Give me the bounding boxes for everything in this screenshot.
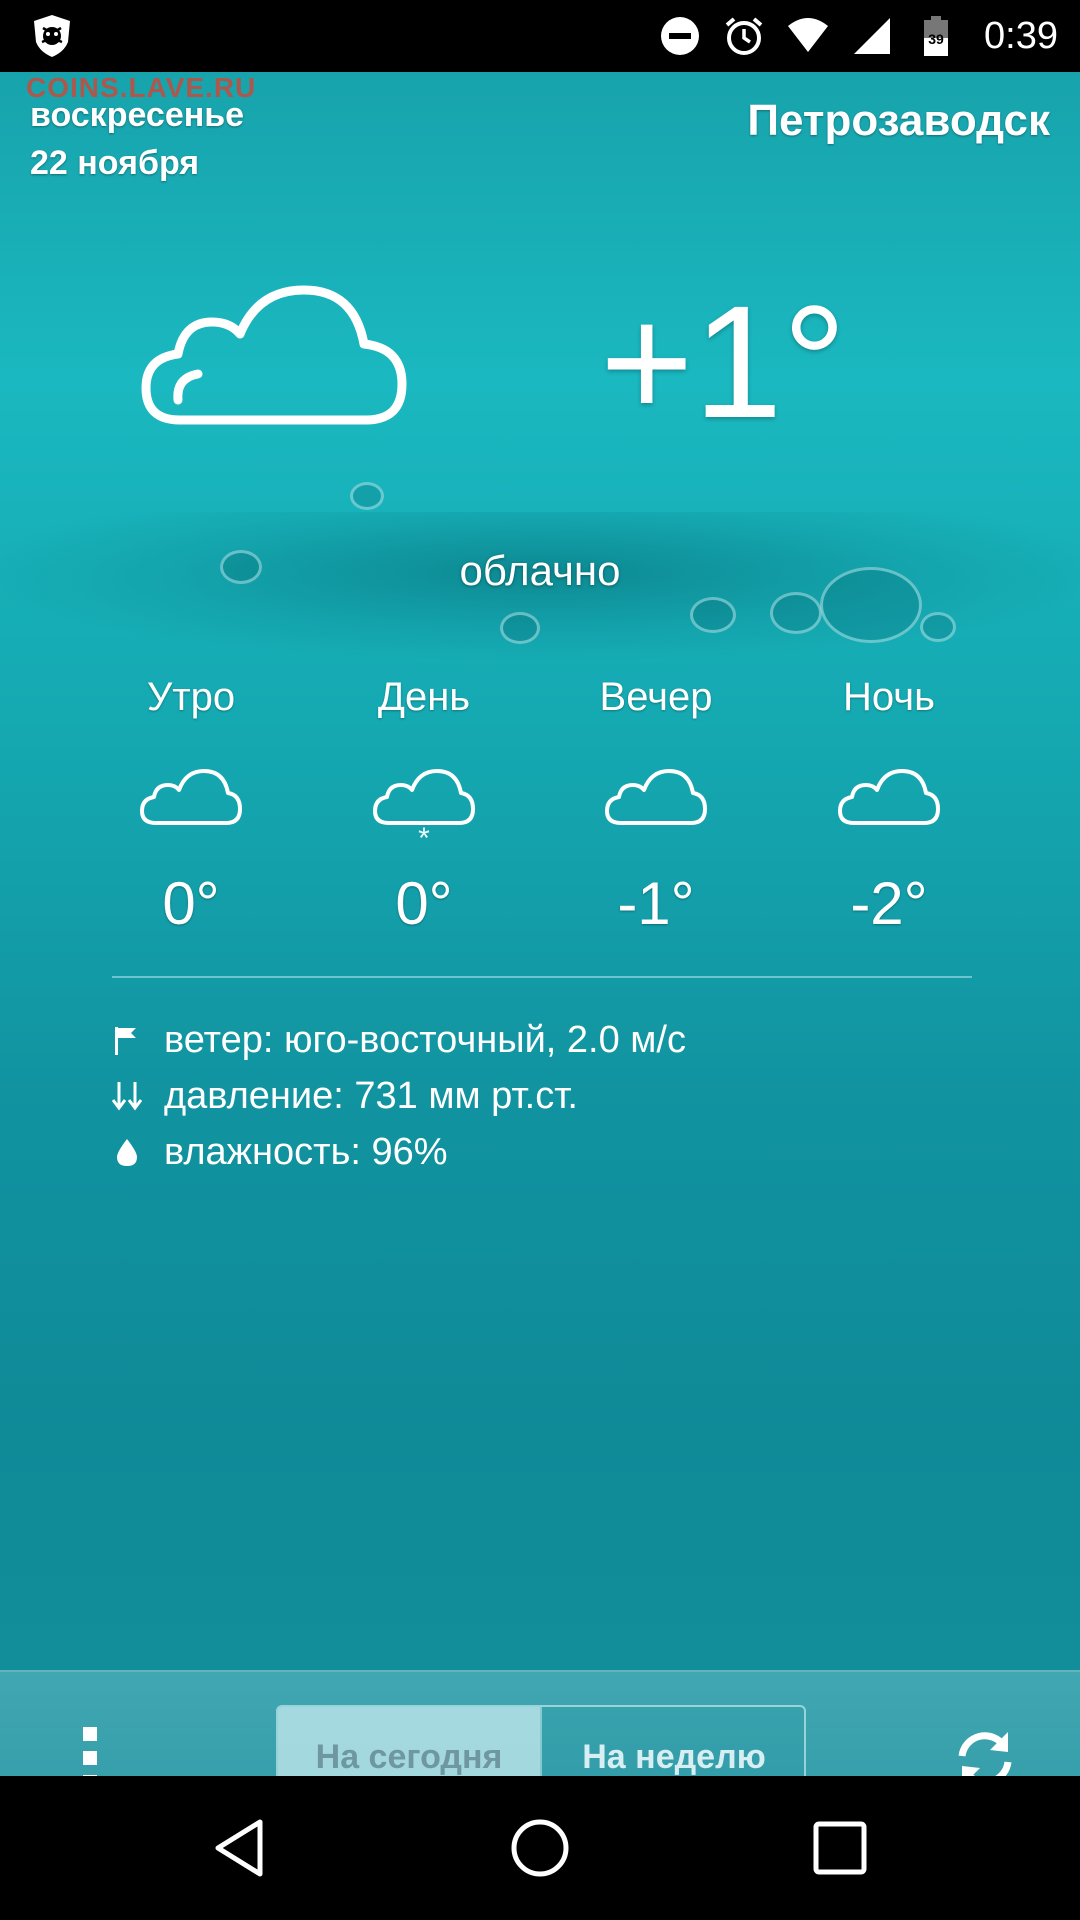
pressure-text: давление: 731 мм рт.ст. bbox=[164, 1074, 578, 1117]
cloud-icon bbox=[605, 769, 707, 825]
cloud-icon bbox=[140, 769, 242, 825]
snow-indicator bbox=[75, 827, 307, 851]
status-icons: 39 0:39 bbox=[658, 0, 1058, 72]
period-night: Ночь -2° bbox=[773, 667, 1005, 938]
period-temperature: -2° bbox=[850, 870, 928, 937]
navigation-bar bbox=[0, 1776, 1080, 1920]
water-drop-icon bbox=[117, 1139, 137, 1166]
refresh-icon[interactable] bbox=[950, 1724, 1020, 1776]
period-day: День * 0° bbox=[308, 667, 540, 938]
do-not-disturb-icon bbox=[661, 17, 700, 55]
overflow-menu-icon[interactable] bbox=[70, 1727, 110, 1776]
background-bubble bbox=[500, 612, 540, 644]
cloud-icon bbox=[838, 769, 940, 825]
period-temperature: -1° bbox=[617, 870, 695, 937]
humidity-text: влажность: 96% bbox=[164, 1130, 448, 1173]
period-evening: Вечер -1° bbox=[540, 667, 772, 938]
alarm-icon bbox=[725, 17, 763, 55]
period-temperature: 0° bbox=[162, 870, 220, 937]
weather-screen: COINS.LAVE.RU воскресенье 22 ноября Петр… bbox=[0, 72, 1080, 1776]
pressure-row: давление: 731 мм рт.ст. bbox=[110, 1068, 686, 1124]
battery-icon: 39 bbox=[924, 16, 949, 56]
current-temperature: +1° bbox=[600, 272, 847, 451]
period-name: День bbox=[377, 675, 471, 719]
background-bubble bbox=[920, 612, 956, 642]
snow-indicator: * bbox=[418, 822, 430, 855]
period-name: Утро bbox=[146, 675, 236, 719]
home-icon[interactable] bbox=[508, 1816, 572, 1880]
wifi-icon bbox=[788, 18, 829, 52]
period-switch: На сегодня На неделю bbox=[276, 1705, 806, 1776]
wind-text: ветер: юго-восточный, 2.0 м/с bbox=[164, 1018, 686, 1061]
flag-icon bbox=[115, 1027, 136, 1055]
wind-row: ветер: юго-восточный, 2.0 м/с bbox=[110, 1012, 686, 1068]
recents-icon[interactable] bbox=[808, 1816, 872, 1880]
period-temperature: 0° bbox=[395, 870, 453, 937]
tab-week[interactable]: На неделю bbox=[540, 1707, 804, 1776]
clock: 0:39 bbox=[984, 14, 1058, 57]
background-bubble bbox=[350, 482, 384, 510]
snow-indicator bbox=[773, 827, 1005, 851]
status-bar: 39 0:39 bbox=[0, 0, 1080, 72]
day-periods: Утро 0° День * 0° Вечер -1° Ночь -2° bbox=[0, 667, 1080, 967]
background-bubble bbox=[770, 592, 822, 634]
condition-text: облачно bbox=[459, 547, 621, 594]
period-name: Вечер bbox=[599, 675, 713, 719]
date: 22 ноября bbox=[30, 144, 200, 182]
weather-details: ветер: юго-восточный, 2.0 м/с давление: … bbox=[110, 1012, 686, 1180]
cell-signal-icon bbox=[854, 18, 891, 54]
snow-indicator bbox=[540, 827, 772, 851]
tab-today[interactable]: На сегодня bbox=[278, 1707, 540, 1776]
period-name: Ночь bbox=[843, 675, 935, 719]
period-morning: Утро 0° bbox=[75, 667, 307, 938]
background-bubble bbox=[690, 597, 736, 633]
app-shield-icon bbox=[34, 15, 70, 57]
back-icon[interactable] bbox=[210, 1816, 274, 1880]
humidity-row: влажность: 96% bbox=[110, 1124, 686, 1180]
divider bbox=[112, 976, 972, 978]
bottom-toolbar: На сегодня На неделю bbox=[0, 1670, 1080, 1776]
cloud-snow-icon bbox=[373, 769, 475, 825]
double-arrow-down-icon bbox=[111, 1082, 143, 1111]
weekday: воскресенье bbox=[30, 96, 245, 134]
cloud-icon bbox=[141, 285, 407, 425]
battery-level: 39 bbox=[928, 31, 944, 47]
city-name[interactable]: Петрозаводск bbox=[747, 96, 1050, 146]
